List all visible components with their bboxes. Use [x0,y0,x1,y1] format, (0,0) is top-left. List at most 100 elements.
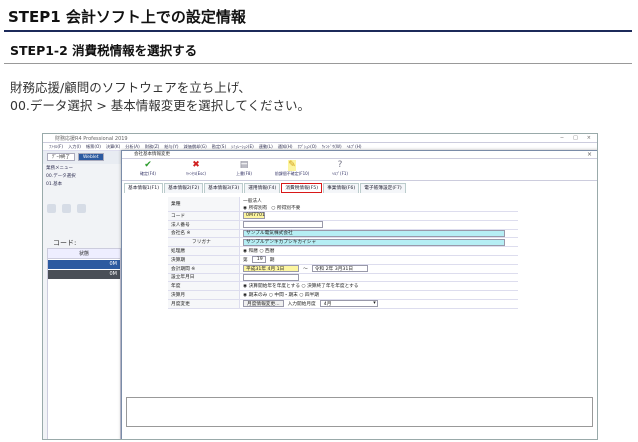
subheading-divider [4,63,632,64]
app-screenshot: 財務応援R4 Professional 2019 − □ × ﾌｧｲﾙ(F) 入… [42,133,598,440]
tab-operation[interactable]: 運用情報(F4) [244,183,281,193]
sidebar-item-basic[interactable]: 01.基本 [43,180,122,188]
field-label: 法人番号 [168,220,240,229]
tool-icon[interactable] [47,204,56,213]
cancel-button[interactable]: ✖ ｷｬﾝｾﾙ(Esc) [174,160,218,179]
corp-number-field[interactable] [243,221,323,229]
dialog-toolbar: ✔ 確定(F4) ✖ ｷｬﾝｾﾙ(Esc) ▤ 上書(F8) ✎ 前課個不確定(… [122,159,597,181]
left-toolbar [47,204,86,213]
basic-info-form: 業種 一般法人 ◉ 所得別有 ○ 所得別不要 コード 0M7701 法人番号 会… [168,197,518,309]
overwrite-button[interactable]: ▤ 上書(F8) [222,160,266,179]
radio-income-no[interactable]: ○ 所得別不要 [271,205,300,211]
dialog-tabs: 基本情報1(F1) 基本情報2(F2) 基本情報3(F3) 運用情報(F4) 消… [122,183,597,193]
closing-month-radios[interactable]: ◉ 期末のみ ○ 中間・期末 ○ 四半期 [243,292,319,298]
table-row[interactable]: 0M [48,260,120,269]
dialog-close-icon[interactable]: × [587,151,592,159]
calendar-radios[interactable]: ◉ 和暦 ○ 西暦 [243,248,274,254]
menu-item[interactable]: 給与(Y) [164,144,178,150]
help-label: ﾍﾙﾌﾟ(F1) [332,171,348,176]
term-number-field[interactable]: 19 [251,256,266,264]
menu-item[interactable]: ｵﾌﾟｼｮﾝ(O) [298,144,317,150]
term-prefix: 第 [243,257,248,263]
grid-header: 状態 [48,249,120,259]
menu-item[interactable]: ﾌｧｲﾙ(F) [49,144,63,150]
tab-data-exit[interactable]: ﾃﾞｰﾀ終了 [47,153,75,161]
tab-basic-2[interactable]: 基本情報2(F2) [164,183,204,193]
period-from-field[interactable]: 平成31年 4月 1日 [243,265,299,273]
industry-value: 一般法人 ◉ 所得別有 ○ 所得別不要 [240,197,300,211]
month-info-change-button[interactable]: 月度情報変更... [243,300,284,308]
menu-item[interactable]: 入力(I) [68,144,81,150]
app-titlebar: 財務応援R4 Professional 2019 − □ × [43,134,597,143]
menu-item[interactable]: 決算(K) [106,144,120,150]
form-row-month-change: 月度変更 月度情報変更... 入力開始月度 4月 [168,299,518,309]
slide: STEP1 会計ソフト上での設定情報 STEP1-2 消費税情報を選択する 財務… [0,0,638,442]
field-label: 決算期 [168,255,240,264]
form-row-closing-month: 決算月 ◉ 期末のみ ○ 中間・期末 ○ 四半期 [168,291,518,300]
maximize-icon[interactable]: □ [573,135,578,141]
menu-item[interactable]: 分析(A) [125,144,140,150]
edit-button[interactable]: ✎ 前課個不確定(F10) [270,160,314,179]
table-row[interactable]: 0M [48,270,120,279]
menu-item[interactable]: 勘定(S) [212,144,226,150]
company-name-field[interactable]: サンプル電気株式会社 [243,229,505,237]
cancel-label: ｷｬﾝｾﾙ(Esc) [186,171,206,176]
form-row-company: 会社名 ※ サンプル電気株式会社 [168,229,518,239]
slide-title: STEP1 会計ソフト上での設定情報 [8,8,246,26]
form-row-industry: 業種 一般法人 ◉ 所得別有 ○ 所得別不要 [168,197,518,212]
established-field[interactable] [243,273,299,281]
help-button[interactable]: ? ﾍﾙﾌﾟ(F1) [318,160,362,179]
tool-icon[interactable] [77,204,86,213]
furigana-field[interactable]: サンプルデンキカブシキカイシャ [243,238,505,246]
field-label: 月度変更 [168,299,240,308]
tool-icon[interactable] [62,204,71,213]
form-row-corp-number: 法人番号 [168,220,518,230]
period-to-field[interactable]: 令和 2年 3月31日 [311,265,368,273]
dialog-title: 会社基本情報変更 [134,152,170,157]
tab-basic-1[interactable]: 基本情報1(F1) [124,183,164,193]
memo-area[interactable] [126,397,593,427]
menu-item[interactable]: 財務(Z) [145,144,160,150]
app-title: 財務応援R4 Professional 2019 [55,135,128,142]
field-label: 決算月 [168,291,240,299]
menu-item[interactable]: ﾍﾙﾌﾟ(H) [347,144,362,150]
menu-item[interactable]: 帳票(O) [86,144,101,150]
start-month-select[interactable]: 4月 [319,300,378,308]
menu-item[interactable]: 連動(L) [259,144,273,150]
industry-type: 一般法人 [243,198,262,204]
company-grid: 状態 0M 0M [47,248,121,439]
tab-e-ledger[interactable]: 電子帳簿設定(F7) [360,183,406,193]
industry-radios: ◉ 所得別有 ○ 所得別不要 [243,205,300,211]
sidebar-item-data-select[interactable]: 00.データ選択 [43,172,122,180]
term-suffix: 期 [269,257,275,263]
menu-item[interactable]: ｼﾐｭﾚｰｼｮﾝ(E) [231,144,254,150]
field-label: 年度 [168,282,240,291]
tab-weblet[interactable]: Weblet [78,153,104,161]
instruction-line-2: 00.データ選択 > 基本情報変更を選択してください。 [10,98,311,113]
close-icon[interactable]: × [587,135,591,141]
form-row-fiscal-year: 年度 ◉ 決算開始年を年度とする ○ 決算終了年を年度とする [168,282,518,292]
tab-business[interactable]: 事業情報(F6) [323,183,360,193]
confirm-button[interactable]: ✔ 確定(F4) [126,160,170,179]
tab-consumption-tax[interactable]: 消費税情報(F5) [281,183,323,193]
dialog-titlebar: 会社基本情報変更 × [122,151,597,159]
radio-income-yes[interactable]: ◉ 所得別有 [243,205,267,211]
field-label: 処理暦 [168,247,240,255]
form-row-furigana: フリガナ サンプルデンキカブシキカイシャ [168,238,518,248]
help-icon: ? [337,160,343,170]
fiscal-year-radios[interactable]: ◉ 決算開始年を年度とする ○ 決算終了年を年度とする [243,283,359,289]
field-label: コード [168,212,240,220]
overwrite-icon: ▤ [239,160,249,170]
minimize-icon[interactable]: − [560,135,564,141]
cancel-icon: ✖ [192,160,200,170]
menu-item[interactable]: 減価償却(G) [184,144,207,150]
menu-item[interactable]: ｳｨﾝﾄﾞｳ(W) [322,144,342,150]
period-tilde: 〜 [303,266,308,272]
code-field[interactable]: 0M7701 [243,212,265,220]
basic-info-dialog: 会社基本情報変更 × ✔ 確定(F4) ✖ ｷｬﾝｾﾙ(Esc) ▤ 上書(F8… [121,150,597,439]
business-menu-label: 業務メニュー [46,166,73,171]
field-label: 会社名 ※ [168,229,240,238]
tab-basic-3[interactable]: 基本情報3(F3) [204,183,244,193]
title-divider [4,30,632,32]
menu-item[interactable]: 通知(H) [278,144,293,150]
